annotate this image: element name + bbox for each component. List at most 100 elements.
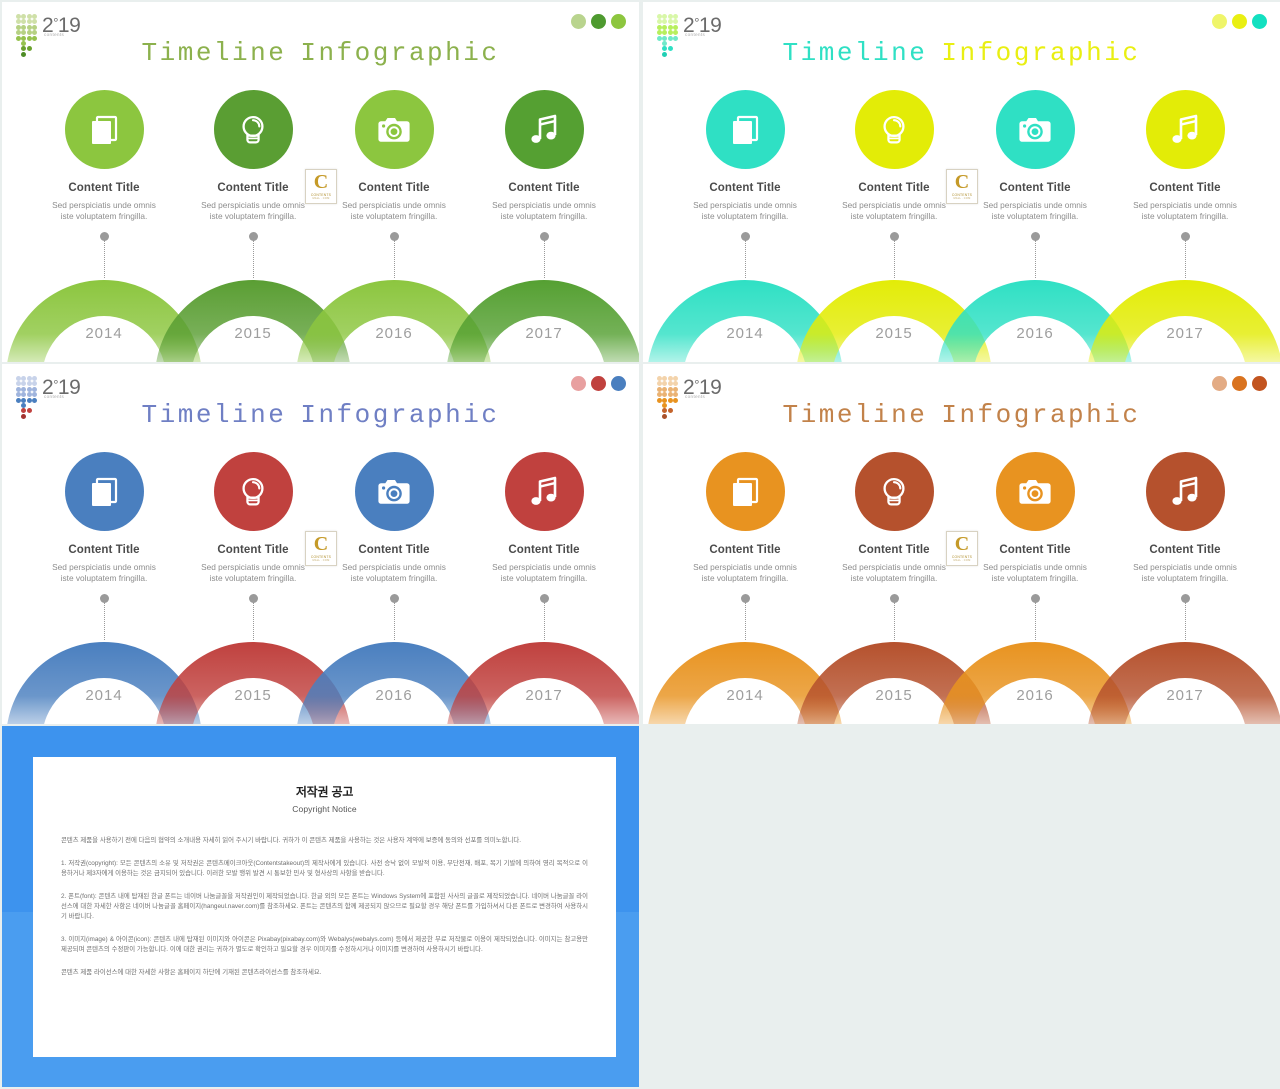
lightbulb-icon-circle[interactable] [213,90,293,169]
timeline-year-label: 2016 [375,687,413,704]
corner-dot-indicators [571,14,626,29]
logo-dot [662,386,668,392]
copyright-document: 저작권 공고 Copyright Notice 콘텐츠 제품을 사용하기 전에 … [33,757,616,1057]
logo-dot [32,392,38,398]
page-title: Timeline Infographic [782,38,1141,68]
content-title: Content Title [999,544,1071,556]
logo-dot [26,14,32,19]
content-description: Sed perspiciatis unde omnis iste voluptat… [1133,562,1237,583]
logo-dot [673,381,679,387]
logo-dot [673,392,679,398]
logo-dot [657,386,662,392]
content-title: Content Title [858,182,930,194]
lightbulb-icon-circle[interactable] [854,452,934,531]
content-column-1: Content Title Sed perspiciatis unde omnis… [674,90,816,222]
camera-icon-circle[interactable] [354,90,434,169]
page-title: Timeline Infographic [141,400,500,430]
corner-dot-1 [571,14,586,29]
content-description: Sed perspiciatis unde omnis iste voluptat… [983,562,1087,583]
content-title: Content Title [68,544,140,556]
slide-copyright-notice[interactable]: 저작권 공고 Copyright Notice 콘텐츠 제품을 사용하기 전에 … [2,726,639,1087]
content-title: Content Title [1149,544,1221,556]
content-column-1: Content Title Sed perspiciatis unde omnis… [33,90,175,222]
logo-dot [662,392,668,398]
logo-dot [26,386,32,392]
logo-subtext: contents [685,32,706,37]
timeline-arc [1085,620,1280,724]
music-note-icon-circle[interactable] [504,452,584,531]
logo-dot [657,376,662,381]
copyright-section-3: 3. 이미지(image) & 아이콘(icon): 콘텐츠 내에 탑재된 이미… [61,936,588,953]
content-column-3: Content Title Sed perspiciatis unde omnis… [964,452,1106,584]
copyright-footer: 콘텐츠 제품 라이선스에 대한 자세한 사항은 홈페이지 하단에 기재된 콘텐츠… [61,969,322,976]
logo-dot [21,30,27,36]
camera-icon-circle[interactable] [995,90,1075,169]
content-description: Sed perspiciatis unde omnis iste voluptat… [492,562,596,583]
timeline-arcs: 2014 2015 2016 2017 [2,588,639,724]
documents-icon-circle[interactable] [705,90,785,169]
content-description: Sed perspiciatis unde omnis iste voluptat… [201,200,305,221]
logo-dot [16,392,21,398]
camera-icon [1019,117,1051,142]
page-title: Timeline Infographic [141,38,500,68]
content-column-4: Content Title Sed perspiciatis unde omnis… [473,452,615,584]
music-note-icon-circle[interactable] [1145,452,1225,531]
lightbulb-icon [242,115,264,143]
screenshot-canvas: 2°19 contents Timeline Infographic Conten… [0,0,1280,1089]
content-title: Content Title [217,182,289,194]
documents-icon [733,115,759,144]
music-note-icon-circle[interactable] [1145,90,1225,169]
content-column-2: Content Title Sed perspiciatis unde omnis… [823,452,965,584]
logo-dot [32,376,38,381]
logo-dot [16,376,21,381]
timeline-arc [1085,258,1280,362]
logo-dot [32,386,38,392]
logo-dot [667,24,673,30]
content-description: Sed perspiciatis unde omnis iste voluptat… [342,562,446,583]
logo-dot [673,386,679,392]
camera-icon-circle[interactable] [354,452,434,531]
timeline-year-label: 2014 [85,325,123,342]
corner-dot-3 [611,14,626,29]
content-column-3: Content Title Sed perspiciatis unde omnis… [964,90,1106,222]
logo-dot [657,392,662,398]
music-note-icon-circle[interactable] [504,90,584,169]
music-note-icon [1172,476,1198,505]
lightbulb-icon [883,477,905,505]
content-title: Content Title [858,544,930,556]
logo-dot [667,376,673,381]
corner-dot-1 [571,376,586,391]
timeline-year-label: 2017 [525,687,563,704]
logo-dot [657,30,662,36]
logo-dot [32,30,38,36]
logo-dot [16,19,21,25]
content-title: Content Title [358,544,430,556]
corner-dot-2 [591,376,606,391]
logo-dot [26,19,32,25]
slide-blue-red[interactable]: 2°19 contents Timeline Infographic Conten… [2,364,639,724]
watermark-badge: C CONTENTS MALL . COM [305,531,337,566]
timeline-year-label: 2016 [1016,325,1054,342]
logo-dot [667,392,673,398]
content-column-1: Content Title Sed perspiciatis unde omnis… [33,452,175,584]
logo-dot [32,19,38,25]
logo-dot [657,381,662,387]
timeline-year-label: 2014 [85,687,123,704]
documents-icon-circle[interactable] [64,452,144,531]
timeline-year-label: 2017 [525,325,563,342]
logo-dot [667,381,673,387]
music-note-icon [531,476,557,505]
camera-icon-circle[interactable] [995,452,1075,531]
documents-icon-circle[interactable] [64,90,144,169]
lightbulb-icon-circle[interactable] [854,90,934,169]
lightbulb-icon-circle[interactable] [213,452,293,531]
slide-orange[interactable]: 2°19 contents Timeline Infographic Conten… [643,364,1280,724]
content-column-2: Content Title Sed perspiciatis unde omnis… [182,452,324,584]
corner-dot-indicators [571,376,626,391]
slide-green[interactable]: 2°19 contents Timeline Infographic Conten… [2,2,639,362]
slide-neon[interactable]: 2°19 contents Timeline Infographic Conten… [643,2,1280,362]
lightbulb-icon [242,477,264,505]
documents-icon-circle[interactable] [705,452,785,531]
logo-dot [16,24,21,30]
logo-dot [32,381,38,387]
